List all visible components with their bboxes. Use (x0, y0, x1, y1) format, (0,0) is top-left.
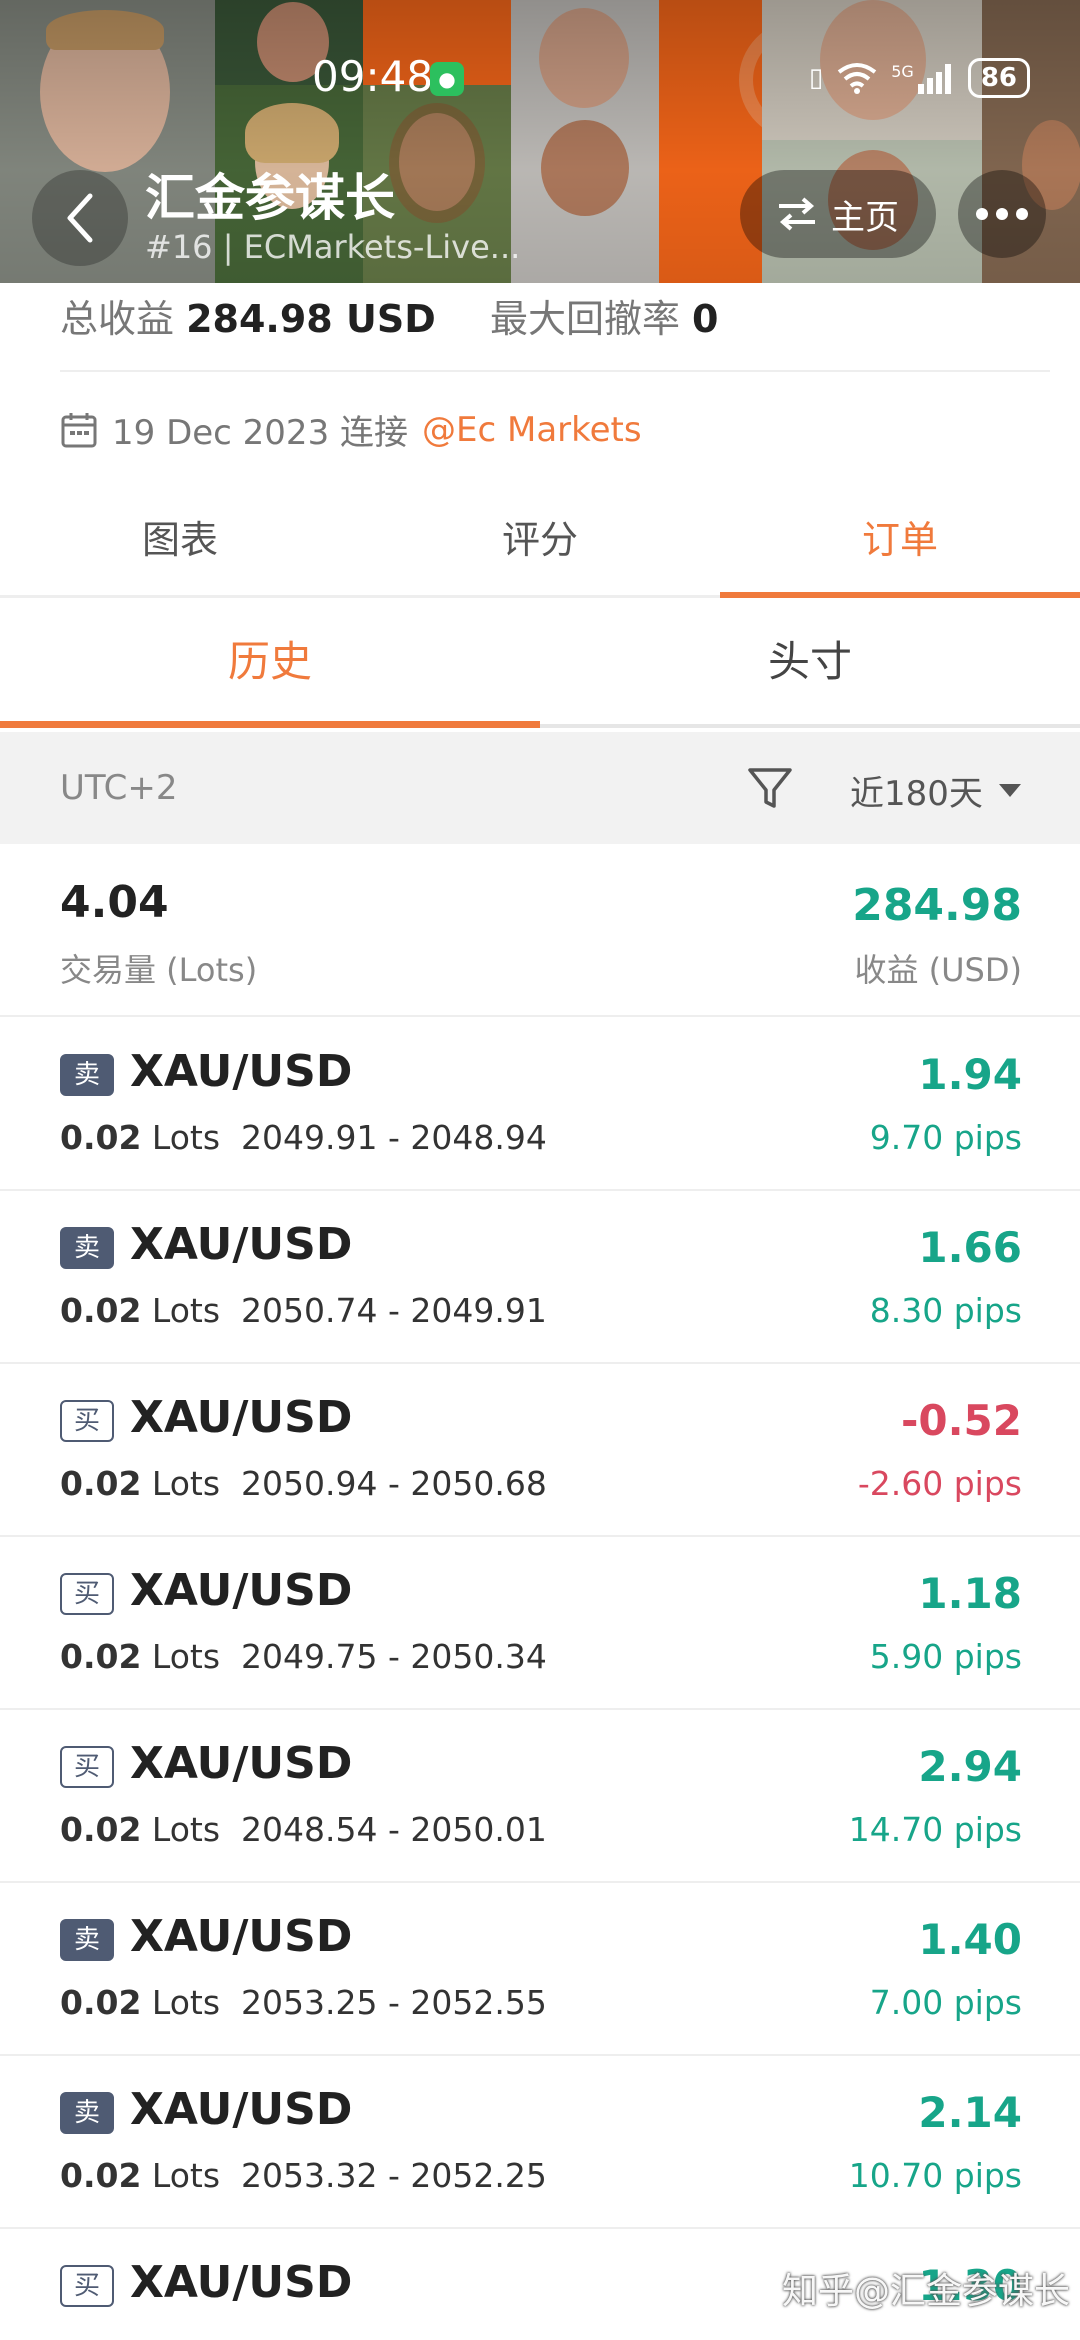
order-symbol: XAU/USD (130, 1046, 353, 1097)
order-pips: 14.70 pips (848, 1810, 1022, 1849)
connect-date: 19 Dec 2023 连接 (112, 413, 409, 453)
total-lots: 4.04 (60, 877, 169, 928)
vibrate-icon: ▯ (808, 63, 824, 93)
order-row[interactable]: 卖 XAU/USD 0.02 Lots 2053.25 - 2052.55 1.… (0, 1883, 1080, 2056)
order-pips: 8.30 pips (869, 1291, 1022, 1330)
profit-summary: 总收益 284.98 USD 最大回撤率 0 (60, 288, 719, 343)
filter-bar: UTC+2 近180天 (0, 732, 1080, 844)
tab-orders[interactable]: 订单 (720, 490, 1080, 598)
order-totals: 4.04 交易量 (Lots) 284.98 收益 (USD) (0, 845, 1080, 1017)
total-profit-label: 总收益 (60, 297, 175, 341)
order-detail: 0.02 Lots 2050.74 - 2049.91 (60, 1291, 547, 1330)
order-pips: -2.60 pips (857, 1464, 1022, 1503)
main-tabs: 图表 评分 订单 (0, 490, 1080, 598)
more-icon (976, 208, 988, 220)
order-symbol: XAU/USD (130, 2084, 353, 2135)
order-profit: -0.52 (900, 1396, 1022, 1445)
side-badge: 买 (60, 1746, 114, 1788)
order-symbol: XAU/USD (130, 1392, 353, 1443)
order-profit: 1.94 (918, 1050, 1022, 1099)
order-pips: 9.70 pips (869, 1118, 1022, 1157)
profile-banner: 09:48 ● ▯ 5G 86 汇金参谋长 #16 | ECMarkets-Li… (0, 0, 1080, 283)
subtab-history[interactable]: 历史 (0, 598, 540, 728)
order-row[interactable]: 买 XAU/USD 0.02 Lots 2050.94 - 2050.68 -0… (0, 1364, 1080, 1537)
side-badge: 卖 (60, 1919, 114, 1961)
order-detail: 0.02 Lots 2048.54 - 2050.01 (60, 1810, 547, 1849)
order-detail: 0.02 Lots 2049.75 - 2050.34 (60, 1637, 547, 1676)
side-badge: 卖 (60, 1054, 114, 1096)
order-profit: 2.94 (918, 1742, 1022, 1791)
status-icons: ▯ 5G 86 (809, 58, 1030, 98)
swap-icon (779, 197, 815, 231)
tab-chart[interactable]: 图表 (0, 490, 360, 595)
order-profit: 2.14 (918, 2088, 1022, 2137)
side-badge: 卖 (60, 1227, 114, 1269)
order-profit: 1.66 (918, 1223, 1022, 1272)
side-badge: 买 (60, 1400, 114, 1442)
tab-rating[interactable]: 评分 (360, 490, 720, 595)
status-time: 09:48 (312, 52, 434, 101)
total-lots-label: 交易量 (Lots) (60, 951, 258, 989)
filter-icon[interactable] (746, 764, 794, 812)
calendar-icon (61, 412, 97, 447)
order-profit: 1.18 (918, 1569, 1022, 1618)
order-list: 卖 XAU/USD 0.02 Lots 2049.91 - 2048.94 1.… (0, 1018, 1080, 2340)
order-symbol: XAU/USD (130, 1738, 353, 1789)
order-symbol: XAU/USD (130, 1219, 353, 1270)
divider (60, 370, 1050, 372)
max-drawdown-label: 最大回撤率 (489, 297, 680, 341)
side-badge: 买 (60, 1573, 114, 1615)
total-profit-value: 284.98 USD (186, 297, 436, 341)
order-pips: 10.70 pips (848, 2156, 1022, 2195)
order-pips: 7.00 pips (869, 1983, 1022, 2022)
order-detail: 0.02 Lots 2049.91 - 2048.94 (60, 1118, 547, 1157)
order-pips: 5.90 pips (869, 1637, 1022, 1676)
timezone-label: UTC+2 (60, 768, 178, 808)
connection-info: 19 Dec 2023 连接 @Ec Markets (60, 405, 642, 454)
back-button[interactable] (32, 170, 128, 266)
order-detail: 0.02 Lots 2053.25 - 2052.55 (60, 1983, 547, 2022)
period-label: 近180天 (850, 774, 983, 814)
side-badge: 卖 (60, 2092, 114, 2134)
order-row[interactable]: 买 XAU/USD 0.02 Lots 2048.54 - 2050.01 2.… (0, 1710, 1080, 1883)
back-arrow-icon (67, 193, 93, 243)
broker-link[interactable]: @Ec Markets (422, 410, 642, 450)
wifi-icon (838, 63, 877, 94)
order-row[interactable]: 卖 XAU/USD 0.02 Lots 2053.32 - 2052.25 2.… (0, 2056, 1080, 2229)
total-profit-label: 收益 (USD) (854, 951, 1022, 989)
wechat-icon: ● (430, 62, 464, 96)
order-row[interactable]: 卖 XAU/USD 0.02 Lots 2049.91 - 2048.94 1.… (0, 1018, 1080, 1191)
order-symbol: XAU/USD (130, 1911, 353, 1962)
order-subtabs: 历史 头寸 (0, 598, 1080, 728)
order-detail: 0.02 Lots 2053.32 - 2052.25 (60, 2156, 547, 2195)
order-symbol: XAU/USD (130, 2257, 353, 2308)
more-button[interactable] (958, 170, 1046, 258)
caret-down-icon (998, 784, 1021, 797)
home-button[interactable]: 主页 (740, 170, 936, 258)
account-subtitle: #16 | ECMarkets-Live... (145, 228, 521, 266)
page-title: 汇金参谋长 (145, 169, 395, 227)
order-profit: 1.40 (918, 1915, 1022, 1964)
subtab-positions[interactable]: 头寸 (540, 598, 1080, 724)
max-drawdown-value: 0 (692, 297, 719, 341)
order-row[interactable]: 买 XAU/USD 0.02 Lots 2049.75 - 2050.34 1.… (0, 1537, 1080, 1710)
order-detail: 0.02 Lots 2050.94 - 2050.68 (60, 1464, 547, 1503)
signal-icon: 5G (891, 62, 954, 94)
side-badge: 买 (60, 2265, 114, 2307)
period-dropdown[interactable]: 近180天 (850, 766, 1021, 815)
order-row[interactable]: 卖 XAU/USD 0.02 Lots 2050.74 - 2049.91 1.… (0, 1191, 1080, 1364)
battery-indicator: 86 (967, 58, 1030, 98)
home-label: 主页 (831, 197, 899, 238)
watermark: 知乎@汇金参谋长 (781, 2271, 1070, 2312)
total-profit: 284.98 (852, 880, 1022, 931)
order-symbol: XAU/USD (130, 1565, 353, 1616)
